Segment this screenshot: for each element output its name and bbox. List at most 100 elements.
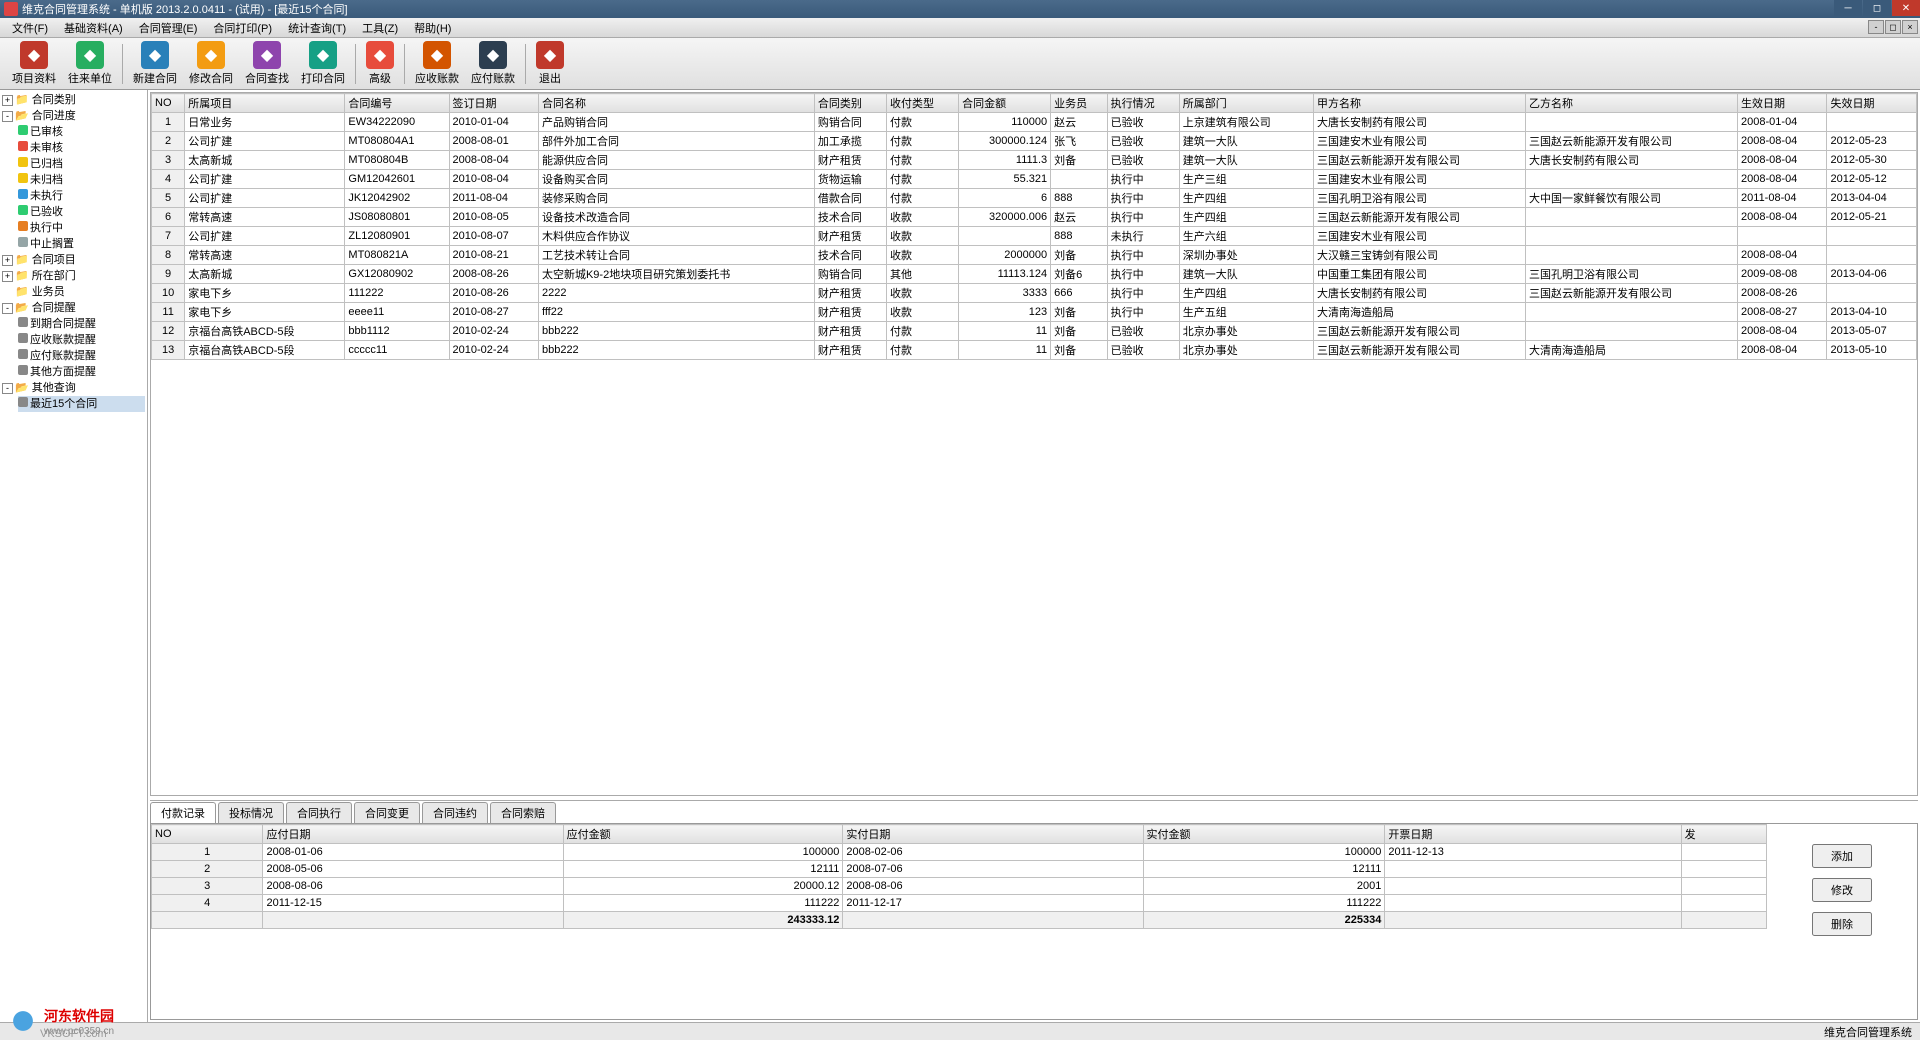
col-header[interactable]: 合同编号 <box>345 94 449 113</box>
menu-item[interactable]: 帮助(H) <box>406 20 459 36</box>
tab-投标情况[interactable]: 投标情况 <box>218 802 284 823</box>
table-row[interactable]: 6常转高速JS080808012010-08-05设备技术改造合同技术合同收款3… <box>152 208 1917 227</box>
col-header[interactable]: 所属部门 <box>1179 94 1313 113</box>
detail-tabs: 付款记录投标情况合同执行合同变更合同违约合同索赔 <box>150 801 1918 823</box>
menu-item[interactable]: 统计查询(T) <box>280 20 354 36</box>
toolbar-高级[interactable]: ◆高级 <box>360 39 400 88</box>
mdi-close[interactable]: × <box>1902 20 1918 34</box>
tree-node[interactable]: 最近15个合同 <box>18 396 145 412</box>
tree-node[interactable]: 中止搁置 <box>18 236 145 252</box>
toolbar-合同查找[interactable]: ◆合同查找 <box>239 39 295 88</box>
col-header[interactable]: 业务员 <box>1051 94 1108 113</box>
col-header[interactable]: 合同金额 <box>959 94 1051 113</box>
pay-col-header[interactable]: 应付日期 <box>263 825 563 844</box>
delete-button[interactable]: 删除 <box>1812 912 1872 936</box>
maximize-button[interactable]: ◻ <box>1863 0 1891 16</box>
tab-合同索赔[interactable]: 合同索赔 <box>490 802 556 823</box>
col-header[interactable]: NO <box>152 94 185 113</box>
menu-item[interactable]: 合同打印(P) <box>205 20 280 36</box>
close-button[interactable]: ✕ <box>1892 0 1920 16</box>
tab-合同执行[interactable]: 合同执行 <box>286 802 352 823</box>
minimize-button[interactable]: ─ <box>1834 0 1862 16</box>
col-header[interactable]: 乙方名称 <box>1526 94 1738 113</box>
mdi-restore[interactable]: ◻ <box>1885 20 1901 34</box>
toolbar-往来单位[interactable]: ◆往来单位 <box>62 39 118 88</box>
toolbar-label: 合同查找 <box>245 70 289 86</box>
col-header[interactable]: 失效日期 <box>1827 94 1917 113</box>
contract-grid[interactable]: NO所属项目合同编号签订日期合同名称合同类别收付类型合同金额业务员执行情况所属部… <box>150 92 1918 796</box>
pay-col-header[interactable]: 应付金额 <box>563 825 843 844</box>
menu-item[interactable]: 基础资料(A) <box>56 20 131 36</box>
tree-node[interactable]: 已审核 <box>18 124 145 140</box>
tree-node[interactable]: -📂 其他查询 <box>2 380 145 396</box>
pay-col-header[interactable]: 实付日期 <box>843 825 1143 844</box>
tree-node[interactable]: 应收账款提醒 <box>18 332 145 348</box>
table-row[interactable]: 10家电下乡1112222010-08-262222财产租赁收款3333666执… <box>152 284 1917 303</box>
col-header[interactable]: 签订日期 <box>449 94 538 113</box>
tree-node[interactable]: 未审核 <box>18 140 145 156</box>
table-row[interactable]: 5公司扩建JK120429022011-08-04装修采购合同借款合同付款688… <box>152 189 1917 208</box>
pay-row[interactable]: 22008-05-06121112008-07-0612111 <box>152 861 1767 878</box>
tab-合同变更[interactable]: 合同变更 <box>354 802 420 823</box>
toolbar-项目资料[interactable]: ◆项目资料 <box>6 39 62 88</box>
menu-item[interactable]: 文件(F) <box>4 20 56 36</box>
toolbar-打印合同[interactable]: ◆打印合同 <box>295 39 351 88</box>
tree-node[interactable]: 应付账款提醒 <box>18 348 145 364</box>
toolbar-icon: ◆ <box>197 41 225 69</box>
app-icon <box>4 2 18 16</box>
toolbar-退出[interactable]: ◆退出 <box>530 39 570 88</box>
col-header[interactable]: 合同名称 <box>538 94 814 113</box>
menu-item[interactable]: 工具(Z) <box>354 20 406 36</box>
menu-item[interactable]: 合同管理(E) <box>131 20 206 36</box>
toolbar-修改合同[interactable]: ◆修改合同 <box>183 39 239 88</box>
table-row[interactable]: 12京福台高铁ABCD-5段bbb11122010-02-24bbb222财产租… <box>152 322 1917 341</box>
tab-合同违约[interactable]: 合同违约 <box>422 802 488 823</box>
tree-node[interactable]: 已验收 <box>18 204 145 220</box>
pay-row[interactable]: 12008-01-061000002008-02-061000002011-12… <box>152 844 1767 861</box>
tree-node[interactable]: -📂 合同提醒 <box>2 300 145 316</box>
toolbar-label: 应付账款 <box>471 70 515 86</box>
table-row[interactable]: 3太高新城MT080804B2008-08-04能源供应合同财产租赁付款1111… <box>152 151 1917 170</box>
table-row[interactable]: 4公司扩建GM120426012010-08-04设备购买合同货物运输付款55.… <box>152 170 1917 189</box>
col-header[interactable]: 甲方名称 <box>1314 94 1526 113</box>
tree-node[interactable]: +📁 合同类别 <box>2 92 145 108</box>
edit-button[interactable]: 修改 <box>1812 878 1872 902</box>
toolbar-应收账款[interactable]: ◆应收账款 <box>409 39 465 88</box>
tree-node[interactable]: 未执行 <box>18 188 145 204</box>
window-title: 维克合同管理系统 - 单机版 2013.2.0.0411 - (试用) - [最… <box>22 1 348 17</box>
pay-col-header[interactable]: 开票日期 <box>1385 825 1681 844</box>
tree-node[interactable]: -📂 合同进度 <box>2 108 145 124</box>
pay-col-header[interactable]: 发 <box>1681 825 1766 844</box>
table-row[interactable]: 13京福台高铁ABCD-5段ccccc112010-02-24bbb222财产租… <box>152 341 1917 360</box>
tree-node[interactable]: +📁 合同项目 <box>2 252 145 268</box>
tree-node[interactable]: 执行中 <box>18 220 145 236</box>
table-row[interactable]: 7公司扩建ZL120809012010-08-07木料供应合作协议财产租赁收款8… <box>152 227 1917 246</box>
col-header[interactable]: 合同类别 <box>814 94 886 113</box>
col-header[interactable]: 生效日期 <box>1738 94 1827 113</box>
pay-row[interactable]: 32008-08-0620000.122008-08-062001 <box>152 878 1767 895</box>
tree-node[interactable]: 未归档 <box>18 172 145 188</box>
pay-col-header[interactable]: NO <box>152 825 263 844</box>
pay-row[interactable]: 42011-12-151112222011-12-17111222 <box>152 895 1767 912</box>
toolbar-应付账款[interactable]: ◆应付账款 <box>465 39 521 88</box>
mdi-minimize[interactable]: - <box>1868 20 1884 34</box>
table-row[interactable]: 2公司扩建MT080804A12008-08-01部件外加工合同加工承揽付款30… <box>152 132 1917 151</box>
table-row[interactable]: 1日常业务EW342220902010-01-04产品购销合同购销合同付款110… <box>152 113 1917 132</box>
tree-node[interactable]: 其他方面提醒 <box>18 364 145 380</box>
tab-付款记录[interactable]: 付款记录 <box>150 802 216 823</box>
col-header[interactable]: 执行情况 <box>1107 94 1179 113</box>
payment-grid[interactable]: NO应付日期应付金额实付日期实付金额开票日期发12008-01-06100000… <box>151 824 1767 1019</box>
pay-col-header[interactable]: 实付金额 <box>1143 825 1385 844</box>
toolbar-新建合同[interactable]: ◆新建合同 <box>127 39 183 88</box>
toolbar-label: 高级 <box>369 70 391 86</box>
table-row[interactable]: 11家电下乡eeee112010-08-27fff22财产租赁收款123刘备执行… <box>152 303 1917 322</box>
col-header[interactable]: 收付类型 <box>887 94 959 113</box>
table-row[interactable]: 9太高新城GX120809022008-08-26太空新城K9-2地块项目研究策… <box>152 265 1917 284</box>
col-header[interactable]: 所属项目 <box>185 94 345 113</box>
tree-node[interactable]: +📁 所在部门 <box>2 268 145 284</box>
add-button[interactable]: 添加 <box>1812 844 1872 868</box>
tree-node[interactable]: 📁 业务员 <box>2 284 145 300</box>
tree-node[interactable]: 已归档 <box>18 156 145 172</box>
tree-node[interactable]: 到期合同提醒 <box>18 316 145 332</box>
table-row[interactable]: 8常转高速MT080821A2010-08-21工艺技术转让合同技术合同收款20… <box>152 246 1917 265</box>
